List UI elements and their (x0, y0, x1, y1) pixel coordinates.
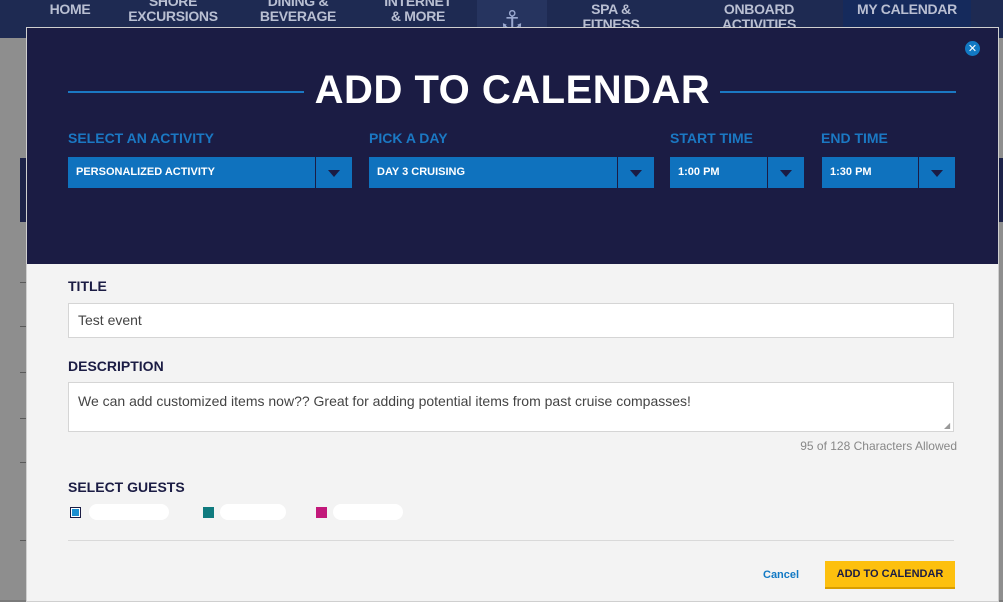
guest-checkbox[interactable] (70, 507, 81, 518)
add-to-calendar-button[interactable]: ADD TO CALENDAR (825, 561, 955, 589)
guest-name-redacted (89, 504, 169, 520)
start-time-value: 1:00 PM (678, 166, 720, 178)
activity-select-value: PERSONALIZED ACTIVITY (76, 166, 215, 178)
end-time-select[interactable]: 1:30 PM (822, 157, 955, 188)
description-textarea[interactable]: We can add customized items now?? Great … (68, 382, 954, 432)
day-label: PICK A DAY (369, 130, 448, 146)
divider (68, 540, 954, 541)
end-time-label: END TIME (821, 130, 888, 146)
title-field-label: TITLE (68, 278, 107, 294)
cancel-link[interactable]: Cancel (763, 569, 799, 581)
day-select[interactable]: DAY 3 CRUISING (369, 157, 654, 188)
chevron-down-icon[interactable] (918, 157, 955, 188)
guest-name-redacted (220, 504, 286, 520)
guest-checkbox[interactable] (203, 507, 214, 518)
resize-handle-icon[interactable]: ◢ (944, 422, 952, 430)
day-select-value: DAY 3 CRUISING (377, 166, 466, 178)
activity-label: SELECT AN ACTIVITY (68, 130, 214, 146)
guest-checkbox[interactable] (316, 507, 327, 518)
modal-title: ADD TO CALENDAR (314, 68, 711, 112)
description-text: We can add customized items now?? Great … (78, 393, 691, 409)
chevron-down-icon[interactable] (617, 157, 654, 188)
select-guests-label: SELECT GUESTS (68, 479, 185, 495)
modal-header: ✕ ADD TO CALENDAR SELECT AN ACTIVITY PIC… (27, 28, 998, 264)
activity-select[interactable]: PERSONALIZED ACTIVITY (68, 157, 352, 188)
character-count: 95 of 128 Characters Allowed (800, 439, 957, 453)
chevron-down-icon[interactable] (315, 157, 352, 188)
add-to-calendar-modal: ✕ ADD TO CALENDAR SELECT AN ACTIVITY PIC… (26, 27, 999, 602)
end-time-value: 1:30 PM (830, 166, 872, 178)
start-time-select[interactable]: 1:00 PM (670, 157, 804, 188)
close-icon[interactable]: ✕ (965, 41, 980, 56)
guest-name-redacted (333, 504, 403, 520)
title-input[interactable]: Test event (68, 303, 954, 338)
chevron-down-icon[interactable] (767, 157, 804, 188)
start-time-label: START TIME (670, 130, 753, 146)
description-field-label: DESCRIPTION (68, 358, 164, 374)
